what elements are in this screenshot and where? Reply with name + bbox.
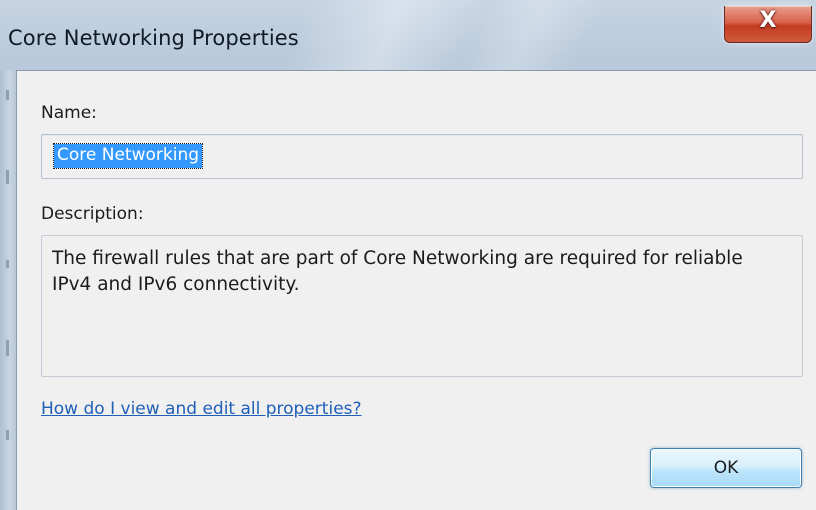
close-button[interactable]: X bbox=[724, 6, 812, 43]
frame-mark bbox=[6, 90, 9, 100]
name-field[interactable]: Core Networking bbox=[41, 134, 803, 179]
frame-mark bbox=[6, 170, 9, 184]
close-icon: X bbox=[759, 8, 777, 33]
description-field[interactable]: The firewall rules that are part of Core… bbox=[41, 235, 803, 377]
dialog-content: Name: Core Networking Description: The f… bbox=[16, 70, 816, 510]
properties-dialog: Core Networking Properties X Name: Core … bbox=[0, 0, 816, 510]
title-bar[interactable]: Core Networking Properties X bbox=[0, 0, 816, 70]
help-link[interactable]: How do I view and edit all properties? bbox=[41, 399, 362, 419]
frame-mark bbox=[6, 430, 9, 440]
window-frame-left bbox=[0, 70, 16, 510]
name-value-selected[interactable]: Core Networking bbox=[52, 143, 204, 169]
frame-mark bbox=[6, 340, 9, 356]
window-title: Core Networking Properties bbox=[8, 26, 299, 50]
frame-mark bbox=[6, 260, 9, 268]
name-label: Name: bbox=[41, 103, 97, 123]
description-text: The firewall rules that are part of Core… bbox=[52, 248, 743, 295]
description-label: Description: bbox=[41, 204, 144, 224]
ok-button[interactable]: OK bbox=[650, 448, 802, 488]
